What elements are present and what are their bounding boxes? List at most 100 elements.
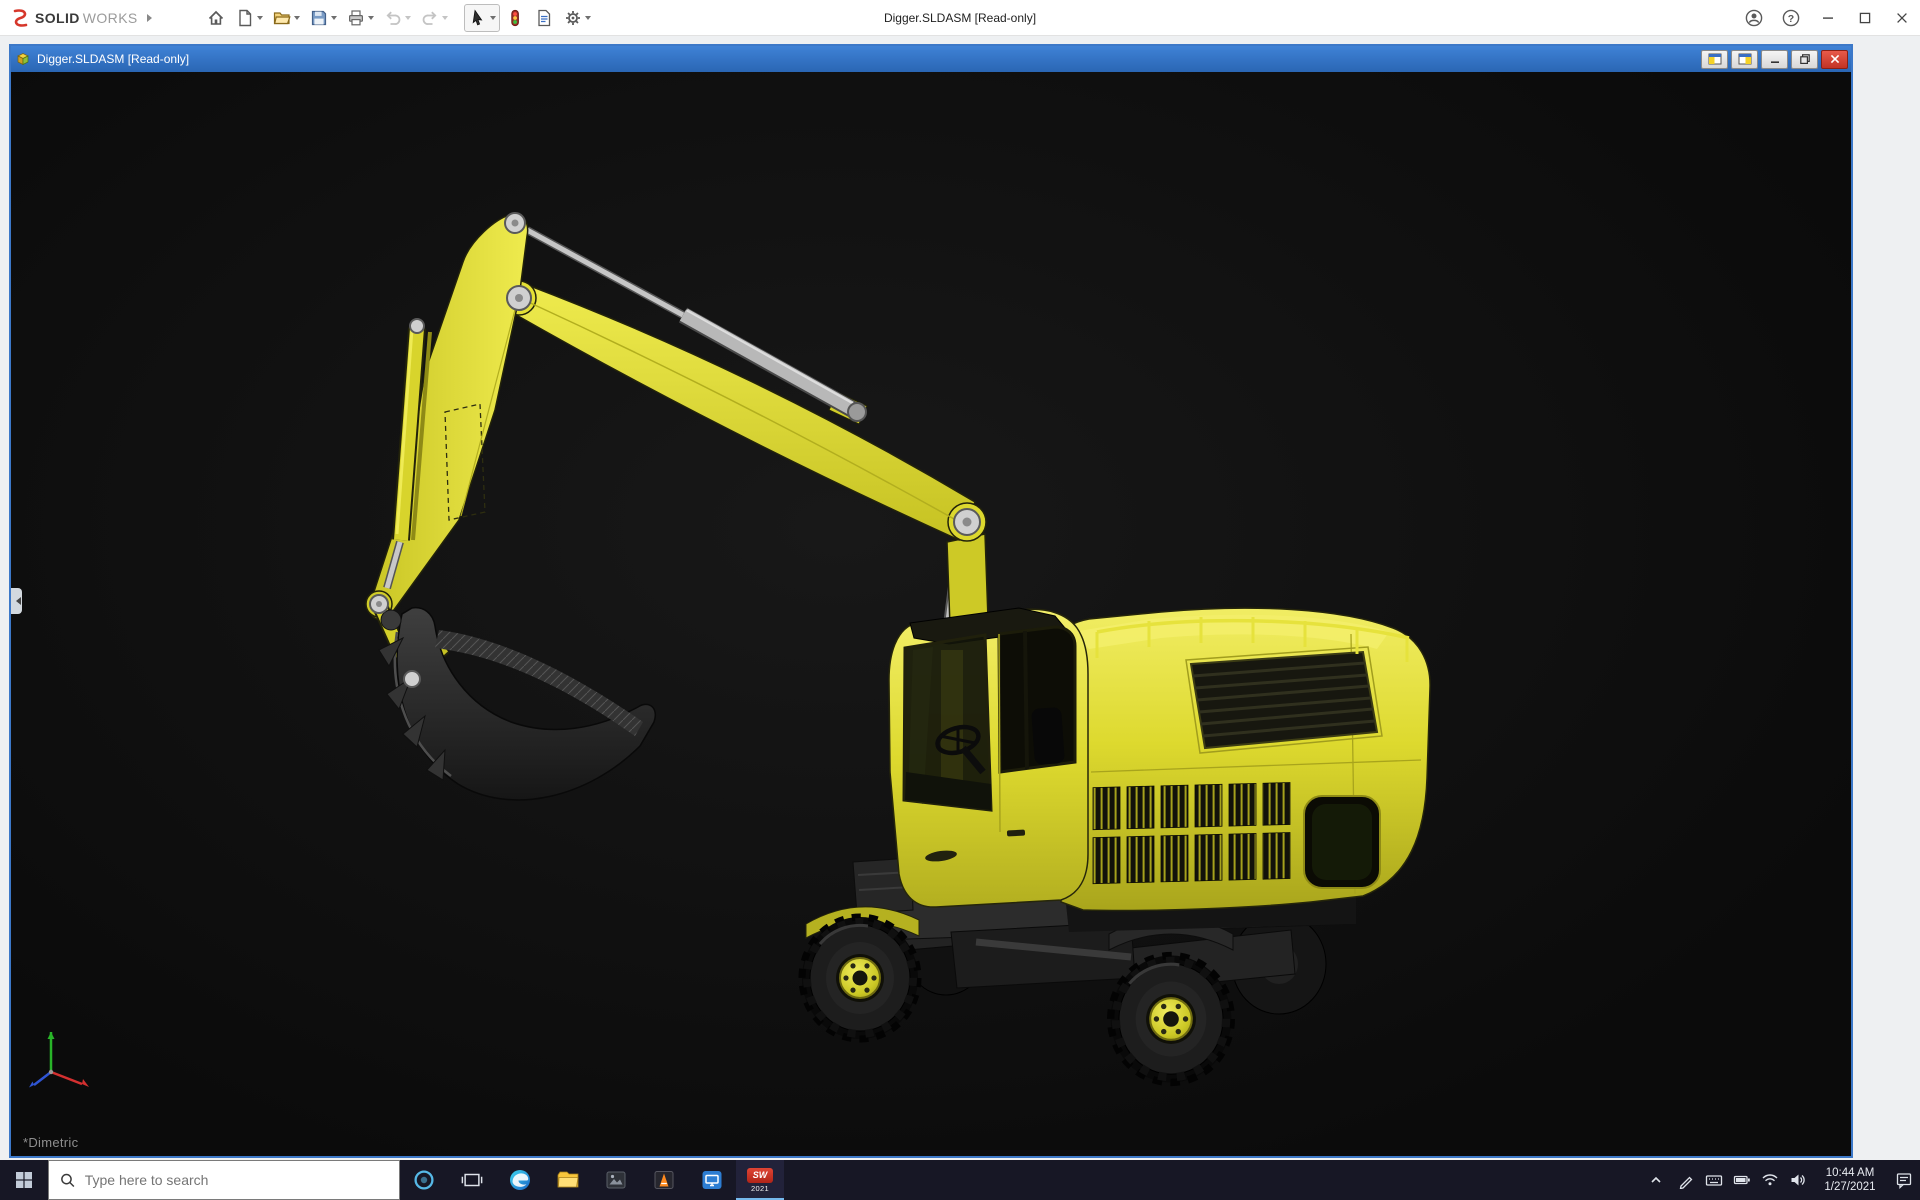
home-button[interactable]: [202, 4, 230, 32]
wheel-front-left[interactable]: [798, 913, 922, 1043]
minimize-button[interactable]: [1809, 0, 1846, 36]
file-properties-icon: [538, 9, 550, 26]
doc-restore-button[interactable]: [1791, 49, 1818, 69]
redo-icon: [422, 11, 437, 25]
excavator-body[interactable]: [1058, 607, 1431, 932]
cab-side-window: [997, 625, 1077, 774]
select-tool-button[interactable]: [463, 3, 500, 32]
excavator-boom[interactable]: [501, 280, 987, 542]
excavator-cab[interactable]: [805, 607, 1089, 939]
open-icon: [273, 11, 291, 24]
new-document-button[interactable]: [231, 4, 267, 32]
brand-solid: SOLID: [35, 9, 80, 26]
doc-close-button[interactable]: [1821, 49, 1848, 69]
pane-right-icon: [1738, 53, 1751, 65]
account-button[interactable]: [1735, 0, 1772, 36]
featuremanager-flyout-tab[interactable]: [11, 588, 22, 614]
app-titlebar[interactable]: SOLID WORKS Digger.SLDASM [Read-only] ?: [0, 0, 1920, 36]
quick-access-toolbar: [202, 3, 595, 32]
redo-dropdown[interactable]: [441, 16, 448, 23]
media-player-button[interactable]: [640, 1160, 688, 1200]
print-dropdown[interactable]: [367, 16, 374, 23]
maximize-button[interactable]: [1846, 0, 1883, 36]
taskbar-clock[interactable]: 10:44 AM 1/27/2021: [1812, 1160, 1888, 1200]
solidworks-logo: SOLID WORKS: [0, 8, 164, 28]
undo-dropdown[interactable]: [404, 16, 411, 23]
open-dropdown[interactable]: [293, 16, 300, 23]
graphics-viewport[interactable]: *Dimetric: [11, 72, 1851, 1156]
network-wifi-icon: [1762, 1174, 1778, 1186]
action-center-button[interactable]: [1888, 1160, 1920, 1200]
model-canvas[interactable]: [11, 72, 1851, 1156]
touch-keyboard-button[interactable]: [1700, 1160, 1728, 1200]
taskbar-search[interactable]: [48, 1160, 400, 1200]
new-document-icon: [238, 9, 251, 26]
system-tray: 10:44 AM 1/27/2021: [1640, 1160, 1920, 1200]
volume-tray-button[interactable]: [1784, 1160, 1812, 1200]
battery-tray-button[interactable]: [1728, 1160, 1756, 1200]
file-explorer-button[interactable]: [544, 1160, 592, 1200]
close-button[interactable]: [1883, 0, 1920, 36]
pen-tray-button[interactable]: [1672, 1160, 1700, 1200]
display-app-button[interactable]: [688, 1160, 736, 1200]
print-icon: [348, 9, 363, 25]
hidden-icons-button[interactable]: [1640, 1160, 1672, 1200]
clock-time: 10:44 AM: [1825, 1167, 1875, 1179]
doc-minimize-icon: [1770, 61, 1779, 63]
display-app-icon: [702, 1171, 722, 1189]
document-window: Digger.SLDASM [Read-only] *Dimetric: [9, 44, 1853, 1158]
network-tray-button[interactable]: [1756, 1160, 1784, 1200]
cortana-button[interactable]: [400, 1160, 448, 1200]
pen-icon: [1679, 1176, 1692, 1189]
task-view-button[interactable]: [448, 1160, 496, 1200]
wheel-rear-left[interactable]: [1107, 951, 1235, 1087]
open-button[interactable]: [268, 4, 304, 32]
edge-button[interactable]: [496, 1160, 544, 1200]
document-titlebar[interactable]: Digger.SLDASM [Read-only]: [11, 46, 1851, 72]
pane-right-button[interactable]: [1731, 49, 1758, 69]
rebuild-button[interactable]: [501, 4, 529, 32]
account-icon: [1745, 9, 1762, 27]
select-tool-dropdown[interactable]: [489, 16, 496, 23]
taskbar: SW 2021: [0, 1160, 1920, 1200]
brand-works: WORKS: [82, 9, 138, 26]
chevron-up-icon: [1651, 1176, 1661, 1183]
photos-icon: [606, 1171, 626, 1189]
print-button[interactable]: [342, 4, 378, 32]
solidworks-taskbar-button[interactable]: SW 2021: [736, 1160, 784, 1200]
menu-expand-icon[interactable]: [146, 13, 156, 22]
doc-close-icon: [1830, 54, 1839, 64]
cab-windshield: [902, 633, 993, 812]
minimize-icon: [1822, 17, 1833, 19]
home-icon: [208, 10, 223, 25]
app-window-controls: ?: [1735, 0, 1920, 36]
doc-minimize-button[interactable]: [1761, 49, 1788, 69]
orientation-triad[interactable]: [29, 1032, 89, 1088]
photos-button[interactable]: [592, 1160, 640, 1200]
document-title: Digger.SLDASM [Read-only]: [37, 52, 190, 66]
save-button[interactable]: [305, 4, 341, 32]
excavator-bucket[interactable]: [378, 606, 656, 801]
save-dropdown[interactable]: [330, 16, 337, 23]
excavator-model[interactable]: [365, 212, 1431, 1087]
redo-button[interactable]: [416, 4, 452, 32]
save-icon: [311, 10, 326, 25]
assembly-document-icon: [17, 53, 29, 66]
door-handle: [1006, 829, 1026, 837]
svg-text:?: ?: [1787, 13, 1793, 25]
start-button[interactable]: [0, 1160, 48, 1200]
search-input[interactable]: [84, 1172, 388, 1188]
options-gear-icon: [565, 10, 580, 25]
undo-button[interactable]: [379, 4, 415, 32]
rebuild-icon: [510, 9, 519, 26]
file-properties-button[interactable]: [530, 4, 558, 32]
options-dropdown[interactable]: [584, 16, 591, 23]
view-orientation-label: *Dimetric: [23, 1135, 79, 1150]
search-icon: [61, 1173, 75, 1187]
pane-left-button[interactable]: [1701, 49, 1728, 69]
excavator-stick[interactable]: [365, 213, 529, 621]
touch-keyboard-icon: [1705, 1175, 1723, 1186]
options-button[interactable]: [559, 4, 595, 32]
help-button[interactable]: ?: [1772, 0, 1809, 36]
new-document-dropdown[interactable]: [256, 16, 263, 23]
